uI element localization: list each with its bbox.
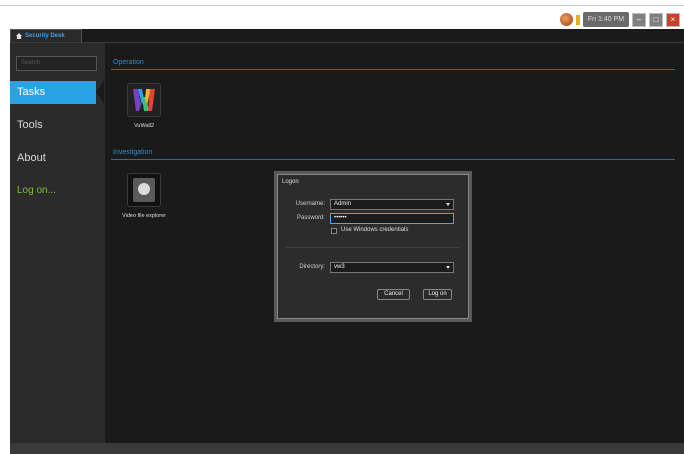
sidebar-item-logon[interactable]: Log on... xyxy=(10,179,96,202)
chevron-down-icon xyxy=(446,203,450,206)
logon-button[interactable]: Log on xyxy=(423,289,452,300)
sidebar-item-label: Tools xyxy=(17,119,43,131)
clock: Fri 1:40 PM xyxy=(583,12,629,27)
minimize-icon[interactable]: – xyxy=(632,12,646,27)
password-label: Password: xyxy=(296,215,325,221)
active-pointer xyxy=(96,81,104,103)
close-icon[interactable]: × xyxy=(666,12,680,27)
password-field[interactable]: •••••• xyxy=(330,213,454,224)
windows-credentials-checkbox[interactable] xyxy=(331,228,337,234)
section-divider xyxy=(111,69,675,70)
tray-status-icon[interactable] xyxy=(576,14,580,25)
logon-dialog: Logon Username: Admin Password: •••••• U… xyxy=(277,174,469,319)
security-desk-window: Security Desk Search Tasks Tools About L… xyxy=(10,29,684,454)
vuwall-w-icon xyxy=(133,89,155,111)
tray-app-icon[interactable] xyxy=(560,13,573,26)
sidebar-item-about[interactable]: About xyxy=(10,147,96,170)
sidebar-item-label: Tasks xyxy=(17,86,46,98)
task-tile-video-file-explorer[interactable]: Video file explorer xyxy=(114,173,174,219)
search-input[interactable]: Search xyxy=(16,56,97,71)
cancel-button[interactable]: Cancel xyxy=(377,289,410,300)
tile-label: VuWall2 xyxy=(133,123,155,129)
sidebar: Search Tasks Tools About Log on... xyxy=(10,43,105,443)
tab-security-desk[interactable]: Security Desk xyxy=(10,29,82,42)
sidebar-item-label: Log on... xyxy=(17,185,56,196)
status-bar xyxy=(10,443,684,454)
tab-label: Security Desk xyxy=(25,33,65,39)
section-title-operation: Operation xyxy=(113,59,144,66)
directory-dropdown[interactable]: vw3 xyxy=(330,262,454,273)
section-title-investigation: Investigation xyxy=(113,149,153,156)
windows-credentials-label: Use Windows credentials xyxy=(341,227,409,233)
sidebar-item-tools[interactable]: Tools xyxy=(10,114,96,137)
directory-value: vw3 xyxy=(334,264,345,270)
sidebar-item-label: About xyxy=(17,152,46,164)
username-dropdown[interactable]: Admin xyxy=(330,199,454,210)
task-tile-vuwall2[interactable]: VuWall2 xyxy=(114,83,174,129)
vuwall-logo-icon xyxy=(127,83,161,117)
dialog-title: Logon xyxy=(282,179,299,185)
system-tray: Fri 1:40 PM – □ × xyxy=(560,11,680,28)
tile-label: Video file explorer xyxy=(122,213,166,219)
username-value: Admin xyxy=(334,201,352,207)
chevron-down-icon xyxy=(446,266,450,269)
sidebar-item-tasks[interactable]: Tasks xyxy=(10,81,104,104)
maximize-icon[interactable]: □ xyxy=(649,12,663,27)
dialog-divider xyxy=(286,247,460,248)
film-magnifier-icon xyxy=(133,178,155,202)
window-top-border xyxy=(0,0,684,6)
username-label: Username: xyxy=(295,201,325,207)
directory-label: Directory: xyxy=(299,264,325,270)
home-icon xyxy=(16,33,22,39)
video-file-explorer-icon xyxy=(127,173,161,207)
password-value: •••••• xyxy=(334,215,347,221)
section-divider xyxy=(111,159,675,160)
